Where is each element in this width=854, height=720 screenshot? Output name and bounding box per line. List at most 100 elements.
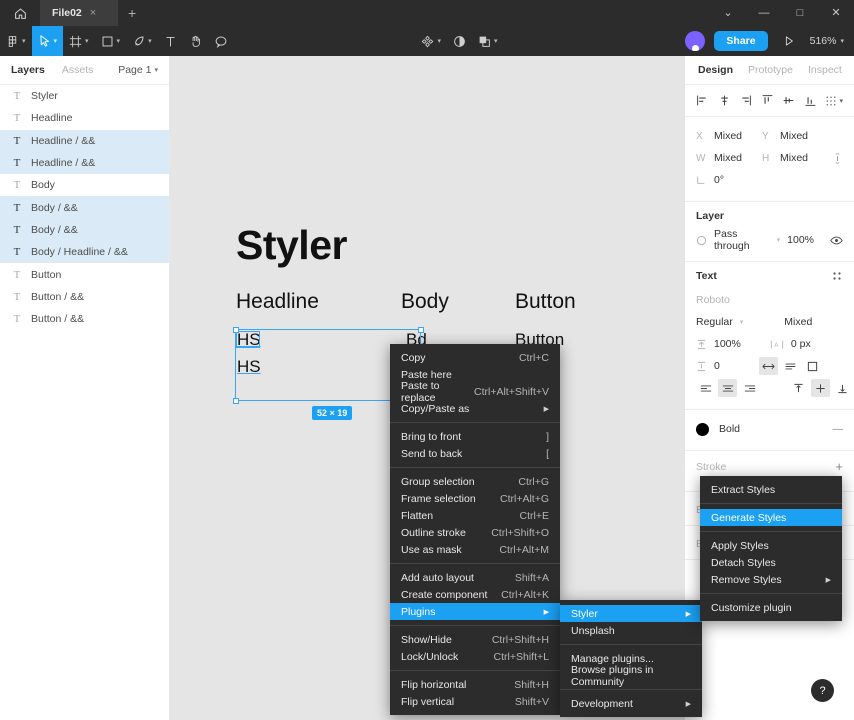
tab-prototype[interactable]: Prototype — [748, 64, 793, 76]
text-align-center-icon[interactable] — [718, 379, 737, 397]
y-value[interactable]: Mixed — [780, 130, 808, 142]
layer-row[interactable]: T Button / && — [0, 286, 169, 308]
plugins-submenu[interactable]: Styler ▶ Unsplash Manage plugins... Browse p… — [560, 600, 702, 717]
menu-item[interactable]: Copy/Paste as ▶ — [390, 400, 560, 417]
hand-tool-icon[interactable] — [183, 26, 208, 56]
menu-item[interactable]: Add auto layout Shift+A — [390, 569, 560, 586]
menu-item[interactable]: Generate Styles — [700, 509, 842, 526]
menu-item[interactable]: Outline stroke Ctrl+Shift+O — [390, 524, 560, 541]
text-align-left-icon[interactable] — [696, 379, 715, 397]
font-size-value[interactable]: Mixed — [784, 316, 812, 328]
layer-row[interactable]: T Body — [0, 174, 169, 196]
distribute-icon[interactable]: ▾ — [825, 95, 843, 107]
menu-item[interactable]: Create component Ctrl+Alt+K — [390, 586, 560, 603]
frame-tool-icon[interactable]: ▾ — [63, 26, 95, 56]
letter-spacing-value[interactable]: 0 px — [791, 338, 811, 350]
menu-item[interactable]: Apply Styles — [700, 537, 842, 554]
minimize-icon[interactable]: — — [746, 0, 782, 26]
eye-icon[interactable] — [830, 235, 843, 246]
play-icon[interactable] — [777, 26, 801, 56]
font-family-row[interactable]: Roboto — [696, 289, 843, 311]
x-value[interactable]: Mixed — [714, 130, 742, 142]
menu-item[interactable]: Group selection Ctrl+G — [390, 473, 560, 490]
menu-item[interactable]: Extract Styles — [700, 481, 842, 498]
align-vertical-center-icon[interactable] — [782, 94, 795, 107]
layer-row[interactable]: T Button — [0, 263, 169, 285]
align-bottom-icon[interactable] — [804, 94, 817, 107]
fill-style-label[interactable]: Bold — [719, 423, 740, 435]
styler-submenu[interactable]: Extract Styles Generate Styles Apply Style… — [700, 476, 842, 621]
h-value[interactable]: Mixed — [780, 152, 808, 164]
auto-width-icon[interactable] — [758, 357, 778, 375]
page-selector[interactable]: Page 1 ▾ — [118, 64, 158, 76]
layer-row[interactable]: T Button / && — [0, 308, 169, 330]
align-horizontal-center-icon[interactable] — [718, 94, 731, 107]
opacity-value[interactable]: 100% — [787, 234, 814, 246]
menu-item[interactable]: Flip vertical Shift+V — [390, 693, 560, 710]
menu-item[interactable]: Send to back [ — [390, 445, 560, 462]
remove-fill-button[interactable]: — — [833, 423, 844, 435]
tab-assets[interactable]: Assets — [62, 64, 94, 76]
tab-layers[interactable]: Layers — [11, 64, 45, 76]
align-left-icon[interactable] — [696, 94, 709, 107]
text-align-middle-icon[interactable] — [811, 379, 830, 397]
blend-mode-value[interactable]: Pass through — [714, 228, 770, 252]
text-tool-icon[interactable] — [158, 26, 183, 56]
fill-color-swatch[interactable] — [696, 422, 709, 436]
menu-item[interactable]: Show/Hide Ctrl+Shift+H — [390, 631, 560, 648]
menu-item[interactable]: Flip horizontal Shift+H — [390, 676, 560, 693]
layer-row[interactable]: T Headline / && — [0, 151, 169, 175]
layer-row[interactable]: T Styler — [0, 85, 169, 107]
layer-row[interactable]: T Headline / && — [0, 129, 169, 152]
menu-item[interactable]: Flatten Ctrl+E — [390, 507, 560, 524]
mask-icon[interactable] — [447, 26, 472, 56]
font-weight-value[interactable]: Regular — [696, 316, 733, 328]
components-icon[interactable]: ▾ — [415, 26, 447, 56]
text-align-top-icon[interactable] — [789, 379, 808, 397]
line-height-value[interactable]: 100% — [714, 338, 741, 350]
menu-item[interactable]: Plugins ▶ — [390, 603, 560, 620]
layer-row[interactable]: T Body / Headline / && — [0, 241, 169, 264]
new-tab-button[interactable]: + — [118, 0, 146, 26]
menu-item[interactable]: Lock/Unlock Ctrl+Shift+L — [390, 648, 560, 665]
chevron-down-icon[interactable]: ⌄ — [710, 0, 746, 26]
avatar[interactable] — [685, 31, 706, 51]
text-align-right-icon[interactable] — [740, 379, 759, 397]
tab-inspect[interactable]: Inspect — [808, 64, 842, 76]
resize-handle-top-right[interactable] — [417, 326, 424, 333]
constrain-proportions-icon[interactable] — [832, 152, 843, 165]
menu-item[interactable]: Styler ▶ — [560, 605, 702, 622]
fixed-size-icon[interactable] — [803, 357, 822, 375]
menu-item[interactable]: Detach Styles — [700, 554, 842, 571]
home-icon[interactable] — [0, 0, 40, 26]
move-tool-icon[interactable]: ▾ — [31, 26, 64, 56]
menu-item[interactable]: Use as mask Ctrl+Alt+M — [390, 541, 560, 558]
help-button[interactable]: ? — [811, 679, 834, 702]
layer-row[interactable]: T Body / && — [0, 218, 169, 242]
figma-menu-icon[interactable]: ▾ — [0, 26, 32, 56]
resize-handle-top-left[interactable] — [232, 326, 239, 333]
text-align-bottom-icon[interactable] — [833, 379, 852, 397]
zoom-level-selector[interactable]: 516% ▾ — [810, 35, 844, 47]
type-settings-icon[interactable] — [831, 270, 843, 282]
menu-item[interactable]: Frame selection Ctrl+Alt+G — [390, 490, 560, 507]
menu-item[interactable]: Customize plugin — [700, 599, 842, 616]
w-value[interactable]: Mixed — [714, 152, 742, 164]
paragraph-spacing-value[interactable]: 0 — [714, 360, 720, 372]
menu-item[interactable]: Paste to replace Ctrl+Alt+Shift+V — [390, 380, 560, 404]
auto-height-icon[interactable] — [781, 357, 800, 375]
align-right-icon[interactable] — [739, 94, 752, 107]
menu-item[interactable]: Unsplash — [560, 622, 702, 639]
add-stroke-button[interactable]: + — [835, 459, 843, 474]
layer-row[interactable]: T Body / && — [0, 196, 169, 219]
resize-handle-bottom-left[interactable] — [232, 397, 239, 404]
comment-tool-icon[interactable] — [208, 26, 234, 56]
window-close-icon[interactable]: ✕ — [818, 0, 854, 26]
boolean-icon[interactable]: ▾ — [472, 26, 504, 56]
menu-item[interactable]: Development ▶ — [560, 695, 702, 712]
layer-row[interactable]: T Headline — [0, 107, 169, 129]
pen-tool-icon[interactable]: ▾ — [126, 26, 158, 56]
context-menu[interactable]: Copy Ctrl+C Paste here Paste to replace Ctrl… — [390, 344, 560, 715]
shape-tool-icon[interactable]: ▾ — [95, 26, 127, 56]
menu-item[interactable]: Browse plugins in Community — [560, 664, 702, 688]
